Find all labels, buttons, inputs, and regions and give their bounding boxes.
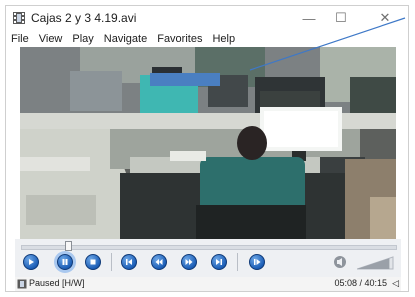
status-bar: Paused [H/W] 05:08 / 40:15 ◁ [15, 277, 401, 291]
maximize-button[interactable]: ☐ [328, 9, 354, 27]
volume-slider[interactable] [357, 255, 395, 271]
window-title: Cajas 2 y 3 4.19.avi [31, 11, 137, 25]
redaction-box [150, 73, 220, 86]
stop-icon [90, 259, 96, 265]
play-icon [29, 259, 34, 265]
pause-button[interactable] [57, 254, 73, 270]
menu-bar: File View Play Navigate Favorites Help [6, 31, 408, 47]
volume-level [357, 258, 390, 269]
maximize-icon: ☐ [335, 10, 347, 25]
player-window: Cajas 2 y 3 4.19.avi — ☐ ✕ File View Pla… [5, 5, 409, 292]
volume-icon[interactable] [333, 255, 347, 269]
playback-state: Paused [H/W] [29, 278, 85, 288]
fast-forward-icon [185, 259, 193, 265]
title-bar[interactable]: Cajas 2 y 3 4.19.avi — ☐ ✕ [6, 6, 408, 31]
film-icon [17, 279, 27, 289]
playback-controls [15, 239, 401, 277]
pause-icon [62, 259, 68, 265]
play-button[interactable] [23, 254, 39, 270]
film-icon [13, 12, 25, 24]
menu-view[interactable]: View [34, 33, 68, 45]
menu-file[interactable]: File [6, 33, 34, 45]
video-surface [20, 47, 396, 239]
fast-forward-button[interactable] [181, 254, 197, 270]
minimize-icon: — [302, 10, 316, 26]
skip-forward-button[interactable] [211, 254, 227, 270]
video-frame[interactable] [20, 47, 396, 239]
skip-back-button[interactable] [121, 254, 137, 270]
separator [237, 253, 238, 271]
seek-bar[interactable] [21, 245, 397, 250]
skip-forward-icon [216, 259, 222, 265]
speaker-icon: ◁ [392, 278, 399, 288]
frame-step-icon [254, 259, 261, 265]
rewind-icon [155, 259, 163, 265]
close-icon: ✕ [379, 10, 391, 25]
rewind-button[interactable] [151, 254, 167, 270]
close-button[interactable]: ✕ [372, 9, 398, 27]
time-readout: 05:08 / 40:15 [334, 278, 387, 288]
menu-help[interactable]: Help [207, 33, 240, 45]
separator [111, 253, 112, 271]
menu-favorites[interactable]: Favorites [152, 33, 207, 45]
minimize-button[interactable]: — [296, 9, 322, 27]
skip-back-icon [126, 259, 132, 265]
frame-step-button[interactable] [249, 254, 265, 270]
menu-navigate[interactable]: Navigate [99, 33, 152, 45]
menu-play[interactable]: Play [67, 33, 98, 45]
seek-thumb[interactable] [65, 241, 73, 251]
stop-button[interactable] [85, 254, 101, 270]
